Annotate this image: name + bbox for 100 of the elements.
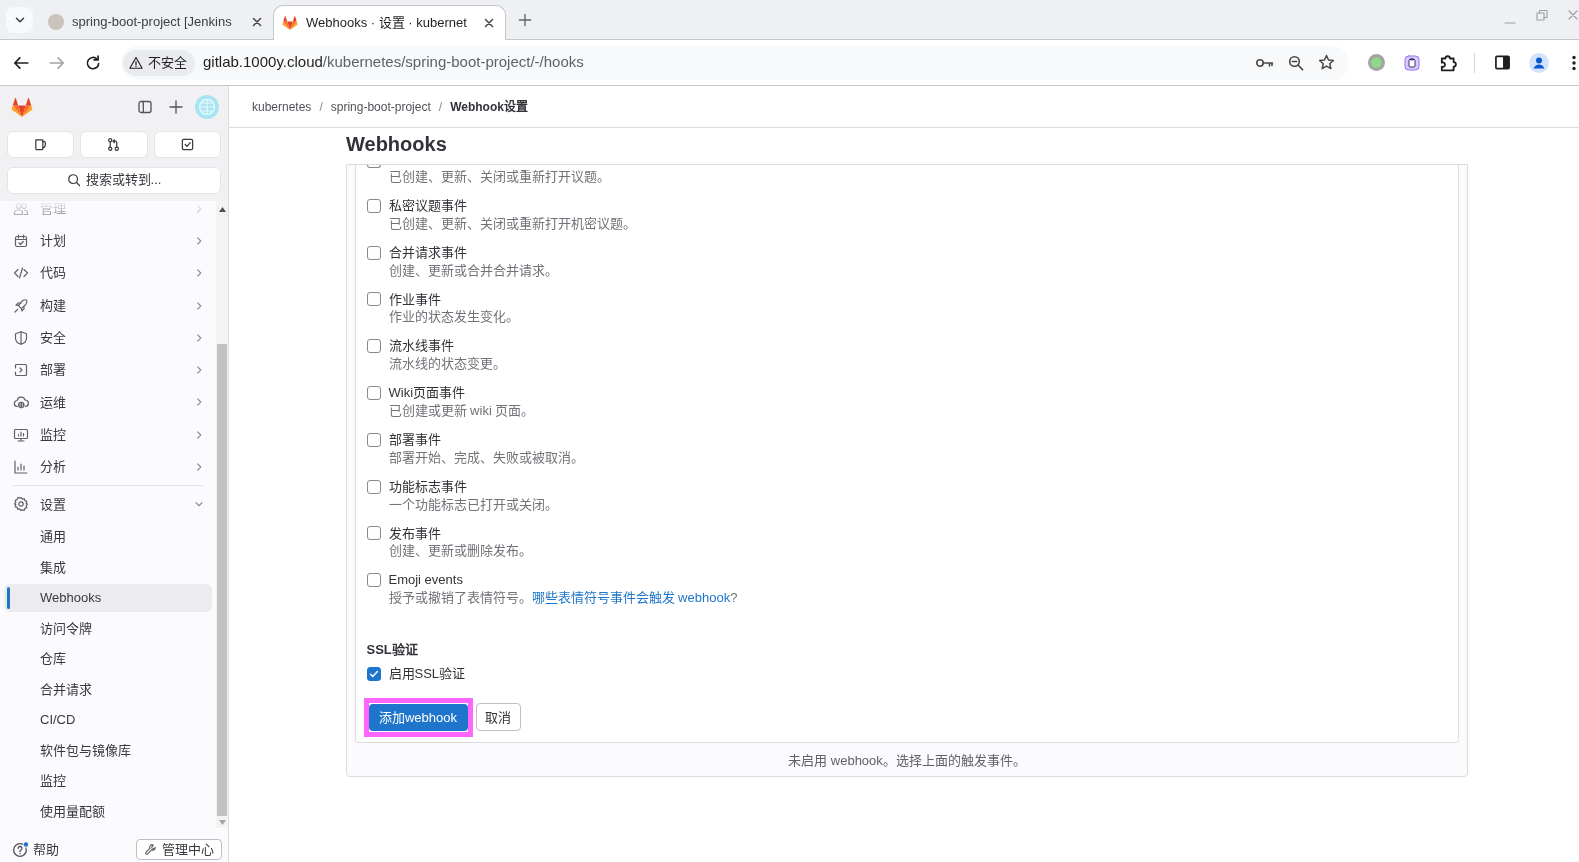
scroll-up-icon[interactable]	[218, 206, 226, 212]
sub-nav-item[interactable]: 软件包与镜像库	[4, 736, 212, 765]
checkbox[interactable]	[366, 666, 381, 681]
event-description: 已创建、更新、关闭或重新打开议题。	[388, 168, 610, 185]
breadcrumb-link[interactable]: kubernetes	[252, 97, 312, 116]
event-label: Wiki页面事件	[388, 384, 466, 403]
sub-nav-item[interactable]: 监控	[4, 766, 212, 796]
sub-nav-item[interactable]: 仓库	[4, 644, 212, 674]
shield-icon	[13, 329, 29, 346]
merge-requests-button[interactable]	[80, 130, 148, 158]
calendar-icon	[13, 232, 29, 249]
nav-item[interactable]: 监控	[4, 418, 212, 451]
plus-icon[interactable]	[168, 99, 184, 115]
search-button[interactable]: 搜索或转到...	[7, 166, 221, 194]
admin-button[interactable]: 管理中心	[136, 839, 222, 860]
nav-item[interactable]: 构建	[4, 289, 212, 322]
checkbox[interactable]	[366, 198, 381, 213]
help-button[interactable]: 帮助	[12, 839, 59, 860]
cancel-button[interactable]: 取消	[475, 703, 521, 732]
todo-button[interactable]	[153, 130, 221, 158]
puzzle-icon[interactable]	[1439, 53, 1457, 72]
sub-nav-item[interactable]: Webhooks	[4, 583, 212, 613]
breadcrumb-separator: /	[438, 98, 443, 116]
monitor-icon	[13, 426, 29, 443]
nav-item[interactable]: 计划	[4, 224, 212, 258]
scrollbar-thumb[interactable]	[217, 344, 227, 816]
breadcrumb-link[interactable]: spring-boot-project	[330, 97, 431, 116]
sub-nav-item[interactable]: 合并请求	[4, 675, 212, 704]
event-description: 授予或撤销了表情符号。哪些表情符号事件会触发 webhook?	[388, 589, 738, 607]
cloud-icon	[13, 394, 29, 411]
nav-item[interactable]: 分析	[4, 450, 212, 484]
checkbox[interactable]	[366, 292, 381, 307]
nav-item[interactable]: 运维	[4, 386, 212, 419]
browser-tab[interactable]: spring-boot-project [Jenkins	[40, 5, 273, 39]
users-icon	[13, 201, 29, 217]
sidebar-toggle-icon[interactable]	[137, 99, 153, 115]
sub-nav-item[interactable]: CI/CD	[4, 705, 212, 735]
tab-search-button[interactable]	[6, 7, 33, 33]
gear-icon	[13, 496, 29, 513]
warning-icon	[129, 55, 143, 70]
scrollbar[interactable]	[216, 201, 228, 828]
search-icon	[66, 173, 81, 187]
star-icon[interactable]	[1318, 54, 1335, 71]
issues-button[interactable]	[7, 130, 75, 158]
extension-icon[interactable]	[1404, 54, 1420, 71]
browser-tab[interactable]: Webhooks · 设置 · kubernet	[273, 5, 506, 40]
checked-box-icon	[179, 136, 195, 152]
restore-icon[interactable]	[1536, 9, 1548, 21]
event-label: 发布事件	[388, 524, 441, 543]
footer-note: 未启用 webhook。选择上面的触发事件。	[788, 752, 1026, 771]
checkbox-label: 启用SSL验证	[388, 664, 466, 683]
security-chip[interactable]: 不安全	[123, 49, 195, 76]
breadcrumb-link[interactable]: Webhook设置	[450, 97, 528, 116]
address-bar[interactable]: 不安全 gitlab.1000y.cloud/kubernetes/spring-boot-project/-/hooks	[121, 45, 1349, 80]
checkbox[interactable]	[366, 245, 381, 260]
event-label: Emoji events	[388, 571, 463, 590]
avatar-icon	[48, 14, 64, 30]
checkbox[interactable]	[366, 165, 381, 168]
sub-nav-item[interactable]: 访问令牌	[4, 614, 212, 643]
extension-icon[interactable]	[1368, 54, 1385, 71]
checkbox[interactable]	[366, 339, 381, 354]
check-icon	[368, 668, 379, 679]
event-description: 创建、更新或合并合并请求。	[388, 261, 558, 279]
logo-icon[interactable]	[11, 96, 33, 118]
reload-icon[interactable]	[84, 53, 102, 72]
zoom-out-icon[interactable]	[1288, 54, 1304, 71]
new-tab-icon[interactable]	[518, 12, 532, 27]
checkbox[interactable]	[366, 386, 381, 400]
code-icon	[13, 265, 29, 282]
submit-button[interactable]: 添加webhook	[368, 703, 468, 731]
event-description: 已创建或更新 wiki 页面。	[388, 402, 535, 419]
wrench-icon	[144, 843, 157, 856]
nav-item[interactable]: 设置	[4, 488, 212, 521]
sub-nav-item[interactable]: 集成	[4, 553, 212, 582]
event-label: 私密议题事件	[388, 197, 467, 216]
bar-chart-icon	[13, 459, 29, 475]
nav-item[interactable]: 部署	[4, 354, 212, 387]
event-label: 流水线事件	[388, 337, 454, 356]
sub-nav-item[interactable]: 使用量配额	[4, 797, 212, 826]
sub-nav-item[interactable]: 通用	[4, 522, 212, 552]
event-description: 作业的状态发生变化。	[388, 308, 519, 326]
page-title: Webhooks	[346, 132, 448, 157]
event-description: 创建、更新或删除发布。	[388, 542, 532, 560]
checkbox[interactable]	[366, 432, 381, 447]
help-icon	[12, 841, 30, 858]
nav-item[interactable]: 代码	[4, 257, 212, 290]
checkbox[interactable]	[366, 526, 381, 541]
scroll-down-icon[interactable]	[218, 819, 226, 825]
branch-icon	[106, 136, 122, 152]
event-description: 流水线的状态变更。	[388, 355, 506, 373]
more-menu-icon[interactable]	[1572, 54, 1576, 71]
nav-item[interactable]: 安全	[4, 321, 212, 354]
event-description: 一个功能标志已打开或关闭。	[388, 495, 558, 513]
checkbox[interactable]	[366, 573, 381, 588]
event-label: 作业事件	[388, 290, 441, 309]
profile-icon[interactable]	[1529, 52, 1549, 73]
rocket-icon	[13, 297, 29, 314]
side-panel-icon[interactable]	[1494, 54, 1511, 71]
help-link[interactable]: 哪些表情符号事件会触发 webhook	[531, 590, 731, 606]
checkbox[interactable]	[366, 479, 381, 494]
